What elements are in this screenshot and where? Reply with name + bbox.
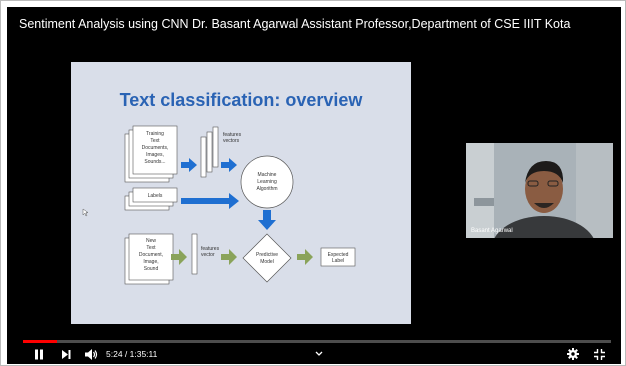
player-controls: 5:24 / 1:35:11 [7,345,621,363]
arrow-green-3 [297,249,313,265]
exit-fullscreen-button[interactable] [591,345,607,363]
training-label-5: Sounds... [144,159,165,165]
chapters-toggle[interactable] [313,345,325,363]
feature-vector-bottom: features vector [191,233,220,275]
next-icon [61,349,70,359]
video-screen[interactable]: Sentiment Analysis using CNN Dr. Basant … [7,7,621,364]
training-docs-stack: Training Text Documents, Images, Sounds.… [124,125,178,183]
predictive-label-1: Predictive [256,252,278,258]
training-label-2: Text [150,138,160,144]
pause-icon [35,349,43,359]
volume-icon [84,348,97,360]
chevron-down-icon [315,351,323,356]
new-doc-label-3: Document, [139,252,163,258]
new-doc-label-2: Text [146,245,156,251]
progress-bar[interactable] [23,340,611,343]
volume-button[interactable] [83,345,99,363]
new-doc-label-4: Image, [143,259,158,265]
video-title: Sentiment Analysis using CNN Dr. Basant … [19,17,571,31]
webcam-name-label: Basant Agarwal [471,228,513,234]
predictive-label-2: Model [260,259,274,265]
gear-icon [567,348,579,360]
new-doc-label-5: Sound [144,266,159,272]
webcam-overlay: Basant Agarwal [466,143,613,238]
mouse-cursor-icon [82,208,89,217]
arrow-blue-1 [181,158,197,172]
features-bottom-label-2: vector [201,252,215,258]
time-display: 5:24 / 1:35:11 [106,349,158,359]
pause-button[interactable] [31,345,47,363]
predictive-model-node: Predictive Model [242,233,292,283]
labels-stack: Labels [124,187,178,211]
new-docs-stack: New Text Document, Image, Sound [124,233,174,285]
arrow-green-2 [221,249,237,265]
arrow-blue-2 [221,158,237,172]
progress-played [23,340,57,343]
exit-fullscreen-icon [593,348,605,360]
arrow-blue-long [181,193,239,209]
next-button[interactable] [59,345,73,363]
slide-diagram: Training Text Documents, Images, Sounds.… [82,125,356,285]
training-label-3: Documents, [142,145,169,151]
features-top-label-2: vectors [223,138,240,144]
ml-algorithm-node: Machine Learning Algorithm [240,155,294,209]
ml-label-1: Machine [258,172,277,178]
feature-vectors-top: features vectors [200,126,242,178]
training-label-1: Training [146,131,164,137]
settings-button[interactable] [565,345,581,363]
presentation-slide: Text classification: overview Training T… [71,62,411,324]
labels-box-text: Labels [148,193,163,199]
new-doc-label-1: New [146,238,156,244]
arrow-green-1 [171,249,187,265]
webcam-video [466,143,613,238]
ml-label-3: Algorithm [256,186,277,192]
training-label-4: Images, [146,152,164,158]
ml-label-2: Learning [257,179,277,185]
expected-label-2: Label [332,258,344,264]
arrow-blue-down [258,210,276,230]
expected-label-box: Expected Label [320,247,356,267]
video-player: Sentiment Analysis using CNN Dr. Basant … [0,0,626,366]
